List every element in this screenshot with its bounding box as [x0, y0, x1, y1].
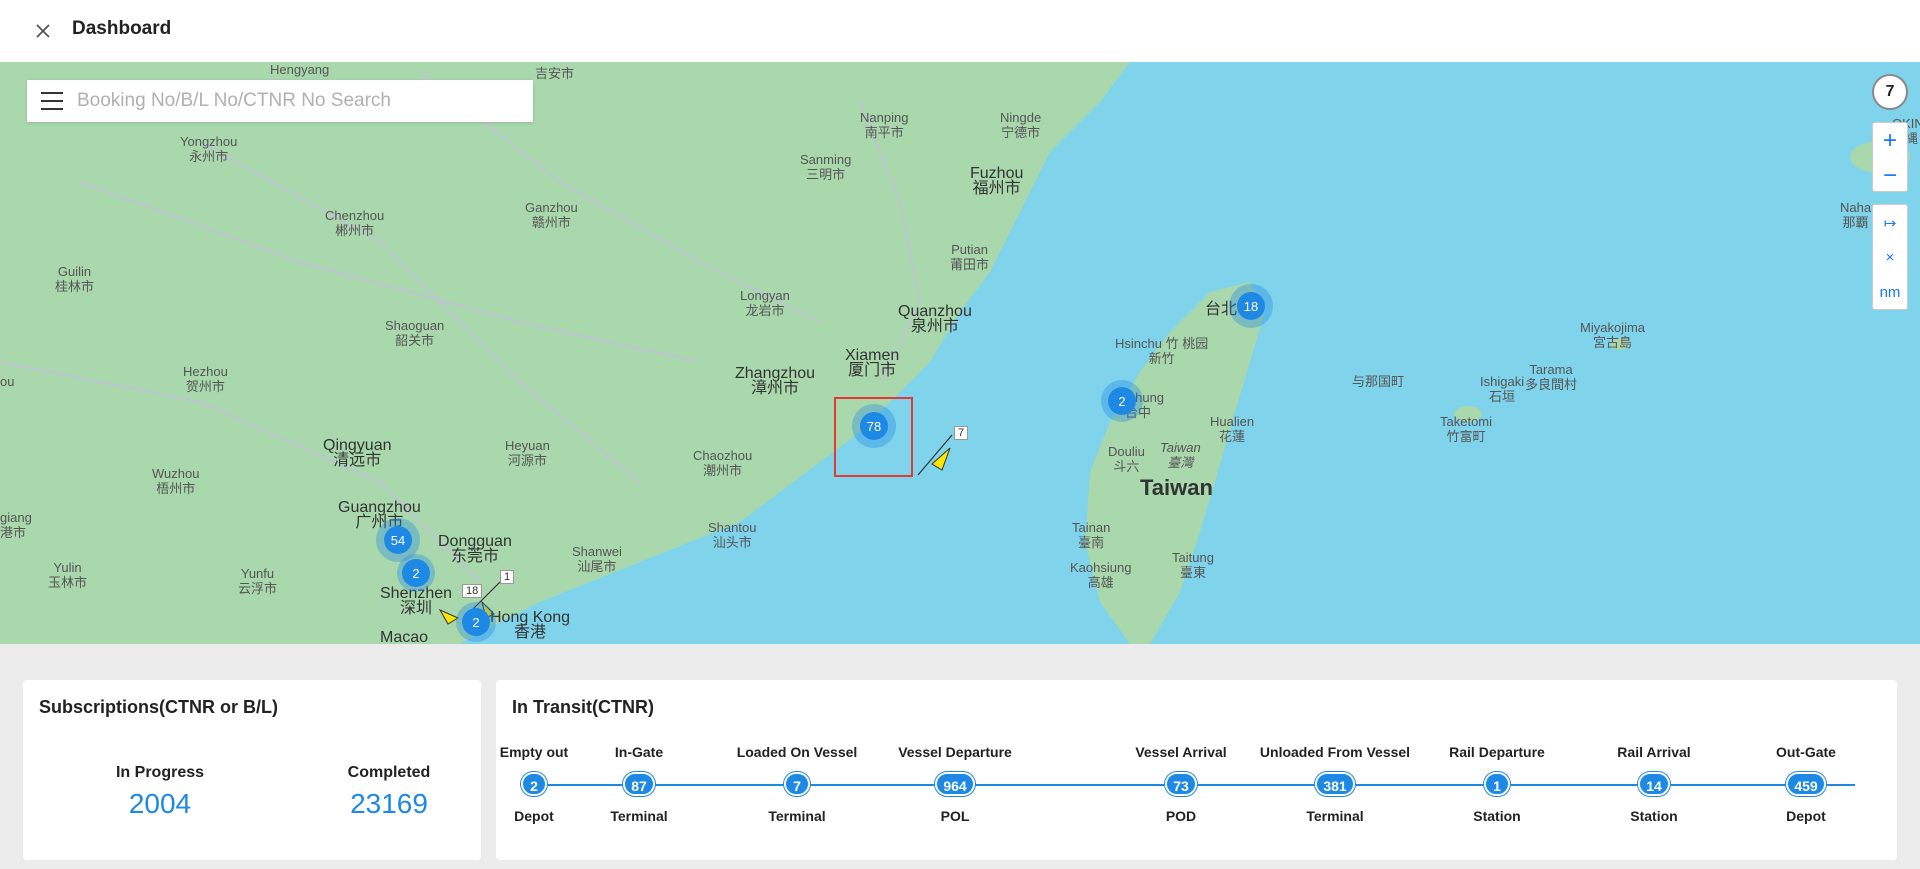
map-label: Taitung 臺東 [1172, 550, 1214, 580]
stage-count[interactable]: 459 [1786, 772, 1826, 796]
map-label: Shantou 汕头市 [708, 520, 757, 550]
map-background [0, 62, 1920, 644]
stage-count[interactable]: 381 [1315, 772, 1355, 796]
cluster-marker[interactable]: 2 [397, 554, 435, 592]
cluster-marker[interactable]: 78 [852, 404, 896, 448]
map-label: Taketomi 竹富町 [1440, 414, 1493, 444]
measure-distance-icon[interactable]: ↦ [1873, 205, 1907, 240]
map-label: ou [0, 374, 15, 389]
map-label: Kaohsiung 高雄 [1070, 560, 1132, 590]
map-label: Shanwei 汕尾市 [572, 544, 622, 574]
map-label: Heyuan 河源市 [505, 438, 550, 468]
close-icon[interactable] [32, 20, 54, 42]
vessel-tag[interactable]: 7 [954, 426, 969, 440]
clear-measure-icon[interactable]: × [1873, 240, 1907, 275]
stage-unloaded-from-vessel[interactable]: Unloaded From Vessel 381 Terminal [1250, 744, 1420, 824]
cluster-marker[interactable]: 18 [1229, 284, 1273, 328]
map-label: Hualien 花蓮 [1210, 414, 1255, 444]
map-label: Douliu 斗六 [1108, 444, 1145, 474]
unit-toggle-button[interactable]: nm [1873, 275, 1907, 310]
map-label: Longyan 龙岩市 [740, 288, 790, 318]
stats-area: Subscriptions(CTNR or B/L) In Progress 2… [0, 644, 1920, 869]
map-label: Taiwan 臺灣 [1160, 440, 1201, 470]
in-transit-title: In Transit(CTNR) [512, 697, 654, 717]
map-label: Ningde 宁德市 [1000, 110, 1042, 140]
map-label: Chenzhou 郴州市 [325, 208, 385, 238]
map-label: Hsinchu 竹 桃园 新竹 [1115, 336, 1209, 366]
map-label: Miyakojima 宮古島 [1580, 320, 1646, 350]
map-label: Chaozhou 潮州市 [693, 448, 753, 478]
zoom-out-button[interactable]: − [1873, 158, 1907, 193]
stage-count[interactable]: 2 [521, 772, 547, 796]
map-label: Quanzhou 泉州市 [898, 303, 972, 335]
map-label: giang 港市 [0, 510, 32, 540]
map-label: Yunfu 云浮市 [238, 566, 278, 596]
menu-icon[interactable] [41, 92, 63, 110]
map-label: Shaoguan 韶关市 [385, 318, 445, 348]
search-input[interactable] [77, 90, 517, 112]
map[interactable]: 吉安市 Nanping 南平市 Ningde 宁德市 Yongzhou 永州市 … [0, 62, 1920, 644]
map-label: Zhangzhou 漳州市 [735, 365, 816, 397]
map-label: Taiwan [1140, 475, 1213, 500]
stage-in-gate[interactable]: In-Gate 87 Terminal [554, 744, 724, 824]
subscriptions-title: Subscriptions(CTNR or B/L) [39, 697, 278, 717]
map-label: Fuzhou 福州市 [970, 165, 1024, 197]
map-label: Guilin 桂林市 [55, 264, 95, 294]
map-label: Hong Kong 香港 [490, 609, 571, 641]
search-bar [27, 80, 533, 122]
stage-count[interactable]: 87 [623, 772, 655, 796]
stage-vessel-arrival[interactable]: Vessel Arrival 73 POD [1096, 744, 1266, 824]
stage-count[interactable]: 964 [935, 772, 975, 796]
map-label: Sanming 三明市 [800, 152, 852, 182]
map-label: Hezhou 贺州市 [183, 364, 228, 394]
map-label: Yongzhou 永州市 [180, 134, 238, 164]
subscriptions-panel: Subscriptions(CTNR or B/L) In Progress 2… [23, 680, 481, 860]
map-label: Wuzhou 梧州市 [152, 466, 200, 496]
map-label: Ganzhou 赣州市 [525, 200, 578, 230]
map-label: Tainan 臺南 [1072, 520, 1111, 550]
in-transit-panel: In Transit(CTNR) Empty out 2 Depot In-Ga… [496, 680, 1897, 860]
map-label: Dongguan 东莞市 [438, 533, 512, 565]
stage-count[interactable]: 7 [784, 772, 810, 796]
map-label: Ishigaki 石垣 [1480, 374, 1525, 404]
cluster-marker[interactable]: 2 [1101, 380, 1143, 422]
stage-vessel-departure[interactable]: Vessel Departure 964 POL [870, 744, 1040, 824]
map-label: 与那国町 [1352, 374, 1405, 389]
map-label: Yulin 玉林市 [48, 560, 88, 590]
in-progress-label: In Progress [115, 764, 205, 781]
measure-tools: ↦ × nm [1872, 204, 1908, 310]
cluster-marker[interactable]: 2 [456, 602, 496, 642]
zoom-in-button[interactable]: + [1873, 123, 1907, 158]
map-label: 吉安市 [535, 66, 575, 81]
header: Dashboard [0, 0, 1920, 62]
in-progress-stat[interactable]: In Progress 2004 [70, 764, 250, 820]
map-label: Putian 莆田市 [950, 242, 990, 272]
stage-loaded-on-vessel[interactable]: Loaded On Vessel 7 Terminal [712, 744, 882, 824]
page-title: Dashboard [72, 18, 172, 39]
map-label: Nanping 南平市 [860, 110, 909, 140]
stage-rail-arrival[interactable]: Rail Arrival 14 Station [1569, 744, 1739, 824]
map-label: Macao [380, 629, 429, 645]
map-marker-count[interactable]: 7 [1872, 74, 1908, 110]
stage-count[interactable]: 1 [1484, 772, 1510, 796]
stage-count[interactable]: 73 [1165, 772, 1197, 796]
stage-out-gate[interactable]: Out-Gate 459 Depot [1721, 744, 1891, 824]
in-progress-value[interactable]: 2004 [70, 788, 250, 820]
map-label: Xiamen 厦门市 [845, 347, 900, 379]
map-label: Qingyuan 清远市 [323, 437, 392, 469]
zoom-control: + − [1872, 122, 1908, 192]
map-label: Hengyang [270, 62, 330, 77]
vessel-tag[interactable]: 18 [462, 584, 483, 598]
stage-count[interactable]: 14 [1638, 772, 1670, 796]
map-label: Naha 那覇 [1840, 200, 1872, 230]
vessel-tag[interactable]: 1 [500, 570, 515, 584]
map-label: Tarama 多良間村 [1525, 362, 1578, 392]
stage-rail-departure[interactable]: Rail Departure 1 Station [1412, 744, 1582, 824]
